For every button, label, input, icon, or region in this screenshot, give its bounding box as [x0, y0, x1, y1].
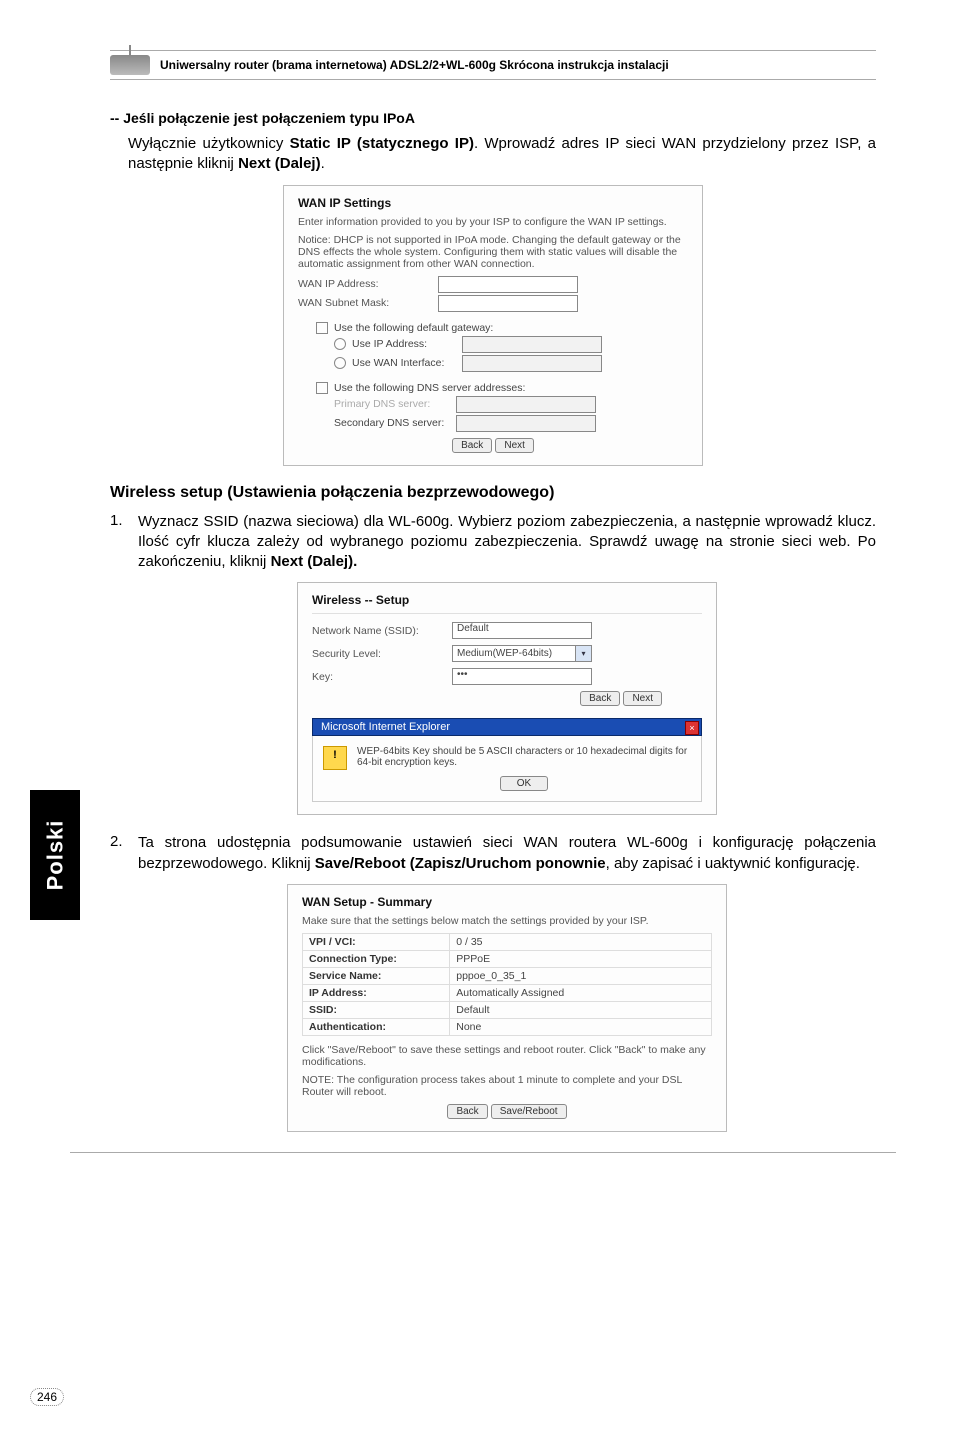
dialog-body: WEP-64bits Key should be 5 ASCII charact…	[312, 736, 702, 802]
label-subnet-mask: WAN Subnet Mask:	[298, 297, 438, 309]
save-reboot-button[interactable]: Save/Reboot	[491, 1104, 567, 1119]
table-row: SSID:Default	[303, 1001, 712, 1018]
section-heading-wireless: Wireless setup (Ustawienia połączenia be…	[110, 484, 876, 502]
summary-desc: Make sure that the settings below match …	[302, 915, 712, 927]
page-number: 246	[30, 1390, 64, 1404]
radio-use-ip[interactable]	[334, 338, 346, 350]
summary-note-1: Click "Save/Reboot" to save these settin…	[302, 1044, 712, 1068]
chevron-down-icon: ▾	[576, 645, 592, 662]
select-wan-interface[interactable]	[462, 355, 602, 372]
section-heading-ipoa: -- Jeśli połączenie jest połączeniem typ…	[110, 110, 876, 126]
router-icon	[110, 55, 150, 75]
table-row: Authentication:None	[303, 1018, 712, 1035]
dialog-titlebar: Microsoft Internet Explorer ×	[312, 718, 702, 736]
label-ssid: Network Name (SSID):	[312, 625, 452, 637]
input-primary-dns[interactable]	[456, 396, 596, 413]
label-security-level: Security Level:	[312, 648, 452, 660]
screenshot-wan-ip-settings: WAN IP Settings Enter information provid…	[283, 185, 703, 466]
back-button[interactable]: Back	[447, 1104, 487, 1119]
back-button[interactable]: Back	[580, 691, 620, 706]
label-use-ip: Use IP Address:	[352, 338, 462, 350]
summary-note-2: NOTE: The configuration process takes ab…	[302, 1074, 712, 1098]
input-wan-ip[interactable]	[438, 276, 578, 293]
table-row: VPI / VCI:0 / 35	[303, 933, 712, 950]
label-use-dns: Use the following DNS server addresses:	[334, 382, 525, 394]
input-secondary-dns[interactable]	[456, 415, 596, 432]
checkbox-dns[interactable]	[316, 382, 328, 394]
close-icon[interactable]: ×	[685, 721, 699, 735]
input-use-ip[interactable]	[462, 336, 602, 353]
checkbox-default-gateway[interactable]	[316, 322, 328, 334]
dialog-desc-1: Enter information provided to you by you…	[298, 216, 688, 228]
ipoa-paragraph: Wyłącznie użytkownicy Static IP (statycz…	[110, 134, 876, 175]
input-subnet-mask[interactable]	[438, 295, 578, 312]
summary-table: VPI / VCI:0 / 35 Connection Type:PPPoE S…	[302, 933, 712, 1036]
label-secondary-dns: Secondary DNS server:	[334, 417, 456, 429]
screenshot-wireless-setup: Wireless -- Setup Network Name (SSID): D…	[297, 582, 717, 815]
step-1: 1. Wyznacz SSID (nazwa sieciowa) dla WL-…	[110, 512, 876, 816]
screenshot-wan-summary: WAN Setup - Summary Make sure that the s…	[287, 884, 727, 1132]
back-button[interactable]: Back	[452, 438, 492, 453]
dialog-name: Microsoft Internet Explorer	[321, 721, 450, 733]
step-2: 2. Ta strona udostępnia podsumowanie ust…	[110, 833, 876, 1132]
dialog-message: WEP-64bits Key should be 5 ASCII charact…	[357, 746, 691, 768]
next-button[interactable]: Next	[495, 438, 534, 453]
label-wan-ip: WAN IP Address:	[298, 278, 438, 290]
step-marker: 2.	[110, 833, 123, 850]
label-wan-interface: Use WAN Interface:	[352, 357, 462, 369]
label-key: Key:	[312, 671, 452, 683]
page-header: Uniwersalny router (brama internetowa) A…	[110, 55, 876, 80]
dialog-title: Wireless -- Setup	[312, 593, 702, 607]
ok-button[interactable]: OK	[500, 776, 548, 791]
footer-rule	[70, 1152, 896, 1153]
dialog-title: WAN IP Settings	[298, 196, 688, 210]
table-row: Service Name:pppoe_0_35_1	[303, 967, 712, 984]
step-1-text: Wyznacz SSID (nazwa sieciowa) dla WL-600…	[138, 512, 876, 573]
table-row: IP Address:Automatically Assigned	[303, 984, 712, 1001]
step-marker: 1.	[110, 512, 123, 529]
label-default-gateway: Use the following default gateway:	[334, 322, 493, 334]
next-button[interactable]: Next	[623, 691, 662, 706]
warning-icon	[323, 746, 347, 770]
label-primary-dns: Primary DNS server:	[334, 398, 456, 410]
table-row: Connection Type:PPPoE	[303, 950, 712, 967]
radio-wan-interface[interactable]	[334, 357, 346, 369]
document-title: Uniwersalny router (brama internetowa) A…	[160, 58, 669, 72]
input-key[interactable]: •••	[452, 668, 592, 685]
select-security-level[interactable]: Medium(WEP-64bits) ▾	[452, 645, 592, 662]
input-ssid[interactable]: Default	[452, 622, 592, 639]
step-2-text: Ta strona udostępnia podsumowanie ustawi…	[138, 833, 876, 874]
top-rule	[110, 50, 876, 51]
dialog-desc-2: Notice: DHCP is not supported in IPoA mo…	[298, 234, 688, 270]
dialog-title: WAN Setup - Summary	[302, 895, 712, 909]
